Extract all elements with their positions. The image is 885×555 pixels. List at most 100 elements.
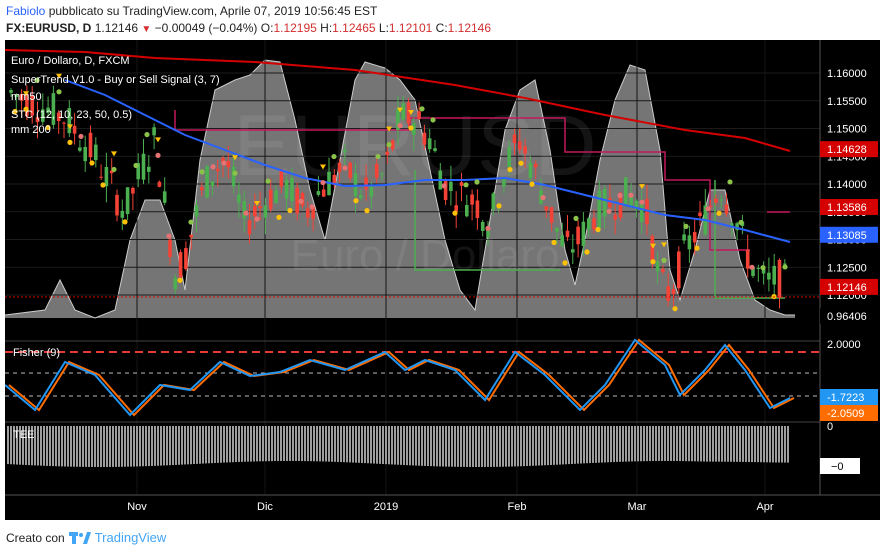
candle-body[interactable] [279,169,284,187]
candle-body[interactable] [215,168,220,172]
candle-body[interactable] [597,190,602,229]
candle-body[interactable] [555,227,559,232]
tee-pane[interactable]: TEE [5,421,880,467]
candle-body[interactable] [290,177,294,202]
candle-body[interactable] [189,234,193,238]
candle-body[interactable] [767,272,771,280]
candle-body[interactable] [337,162,342,173]
candle-body[interactable] [173,277,178,290]
candle-body[interactable] [661,268,665,272]
legend-mm50[interactable]: mm50 [11,91,42,103]
candle-body[interactable] [242,201,246,219]
author-link[interactable]: Fabiolo [6,4,45,18]
candle-body[interactable] [449,181,453,191]
candle-body[interactable] [343,150,347,153]
candle-body[interactable] [141,153,146,180]
candle-body[interactable] [168,239,172,257]
brand-link[interactable]: TradingView [95,530,167,545]
candle-body[interactable] [443,179,448,201]
candle-body[interactable] [194,205,199,217]
candle-body[interactable] [258,206,262,209]
candle-body[interactable] [152,127,156,136]
candle-body[interactable] [491,193,496,210]
candle-body[interactable] [465,205,469,217]
legend-stc[interactable]: STC (12, 10, 23, 50, 0.5) [11,109,132,121]
candle-body[interactable] [687,235,692,250]
candle-body[interactable] [698,212,702,217]
legend-mm200[interactable]: mm 200 [11,124,51,136]
candle-body[interactable] [83,146,87,162]
candle-body[interactable] [125,187,130,215]
candle-body[interactable] [777,259,782,298]
candle-body[interactable] [592,218,596,230]
candle-body[interactable] [608,198,612,208]
candle-body[interactable] [385,151,390,155]
candle-body[interactable] [104,166,109,187]
candle-body[interactable] [295,188,299,214]
candle-body[interactable] [316,191,321,195]
candle-body[interactable] [549,207,554,223]
candle-body[interactable] [528,162,533,178]
candle-body[interactable] [433,148,437,152]
candle-body[interactable] [502,178,506,187]
legend-title[interactable]: Euro / Dollaro, D, FXCM [11,55,130,67]
candle-body[interactable] [157,181,162,187]
candle-body[interactable] [268,189,273,210]
candle-body[interactable] [480,221,485,231]
candle-body[interactable] [78,147,82,151]
candle-body[interactable] [364,177,368,190]
candle-body[interactable] [613,214,617,220]
candle-body[interactable] [581,221,586,247]
candle-body[interactable] [671,288,676,295]
candle-body[interactable] [205,166,209,198]
fisher-pane[interactable]: Fisher (9) [5,338,880,417]
candle-body[interactable] [512,134,517,144]
candle-body[interactable] [719,199,723,201]
fisher-title[interactable]: Fisher (9) [13,347,60,359]
candle-body[interactable] [131,187,135,194]
candle-body[interactable] [72,125,77,134]
chart-area[interactable]: EURUSD Euro / Dollaro Euro / Dollaro, D,… [5,40,880,520]
candle-body[interactable] [284,180,289,199]
candle-body[interactable] [560,235,564,247]
candle-body[interactable] [772,265,776,285]
candle-body[interactable] [369,184,374,197]
candle-body[interactable] [380,173,384,175]
candle-body[interactable] [147,166,151,172]
candle-body[interactable] [714,198,718,203]
candle-body[interactable] [533,163,538,168]
candle-body[interactable] [359,194,363,198]
candle-body[interactable] [417,111,421,120]
candle-body[interactable] [518,141,522,150]
candle-body[interactable] [247,220,252,235]
candle-body[interactable] [523,146,527,154]
candle-body[interactable] [62,122,66,124]
candle-body[interactable] [650,236,655,263]
candle-body[interactable] [184,248,188,269]
candle-body[interactable] [624,177,628,205]
candle-body[interactable] [120,210,125,218]
candle-body[interactable] [88,132,93,158]
candle-body[interactable] [507,147,511,167]
candle-body[interactable] [677,251,681,289]
candle-body[interactable] [475,200,480,219]
legend-supertrend[interactable]: SuperTrend V1.0 - Buy or Sell Signal (3,… [11,74,220,86]
candle-body[interactable] [565,230,570,238]
candle-body[interactable] [459,182,464,186]
candle-body[interactable] [321,189,326,197]
candle-body[interactable] [401,103,405,120]
candle-body[interactable] [306,208,310,218]
candle-body[interactable] [682,234,686,241]
candle-body[interactable] [724,204,729,214]
candle-body[interactable] [353,173,358,197]
candle-body[interactable] [231,166,236,187]
candle-body[interactable] [237,194,241,203]
tee-title[interactable]: TEE [13,429,34,441]
candle-body[interactable] [226,160,231,168]
candle-body[interactable] [745,249,750,269]
candle-body[interactable] [602,188,607,217]
candle-body[interactable] [274,190,278,204]
candle-body[interactable] [756,267,761,269]
candle-body[interactable] [263,205,268,218]
candle-body[interactable] [162,191,167,203]
